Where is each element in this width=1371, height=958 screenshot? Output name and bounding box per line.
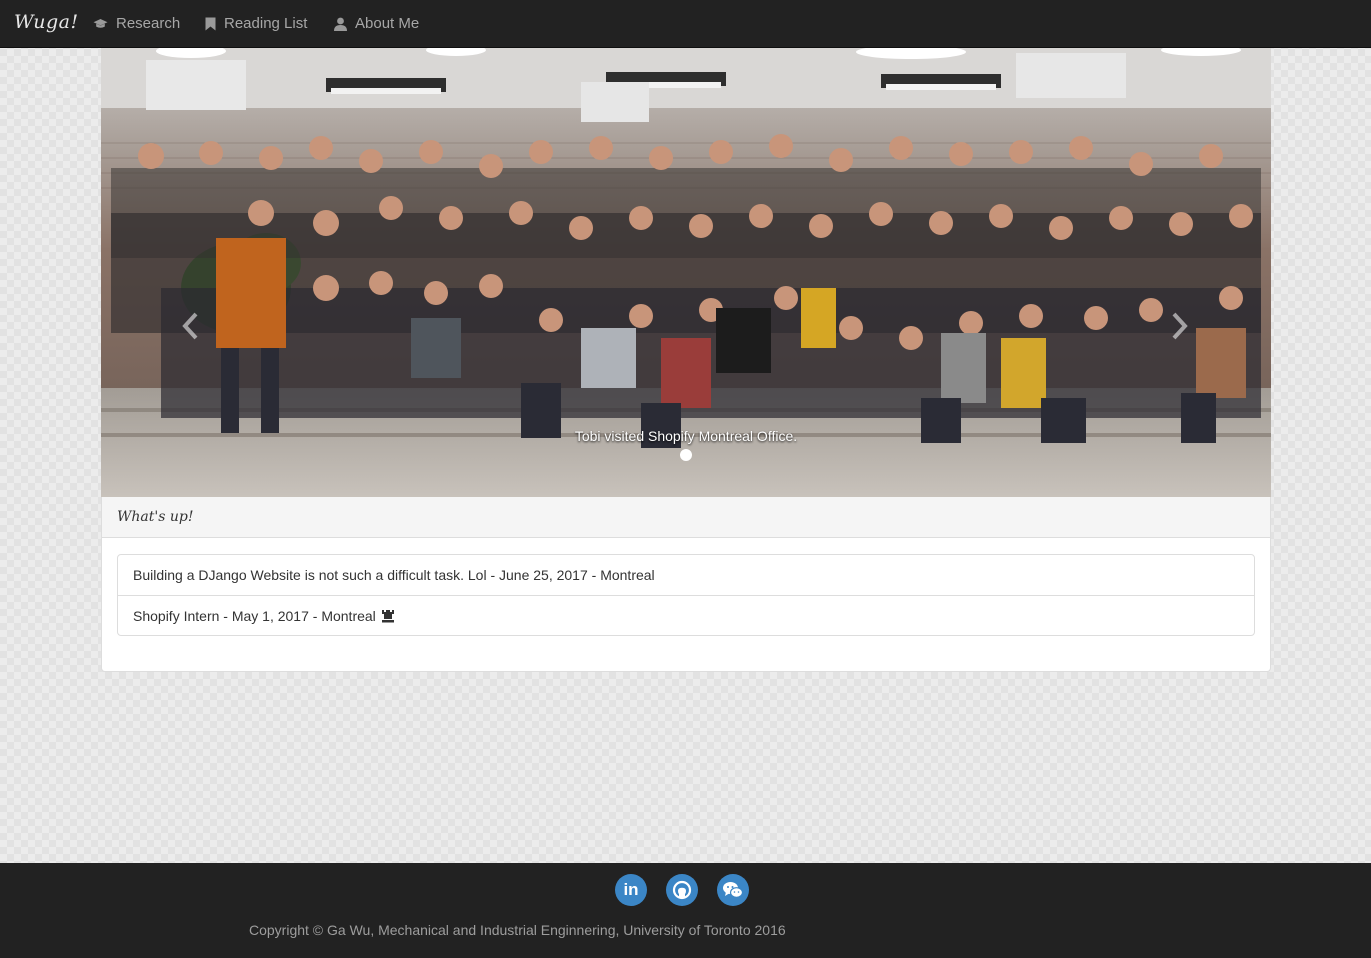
page-footer: in Copyright © Ga Wu, Mechanical and Ind…: [0, 863, 1371, 958]
chevron-right-icon: [1172, 312, 1188, 340]
carousel-indicator-1[interactable]: [680, 449, 692, 461]
nav-item-about-me-label: About Me: [355, 15, 420, 32]
nav-item-about-me[interactable]: About Me: [334, 0, 419, 47]
github-icon: [672, 880, 692, 900]
photo-carousel: Tobi visited Shopify Montreal Office.: [101, 48, 1271, 497]
graduation-cap-icon: [93, 18, 108, 28]
bookmark-icon: [205, 17, 216, 30]
news-item: Shopify Intern - May 1, 2017 - Montreal: [118, 595, 1254, 635]
wechat-link[interactable]: [717, 874, 749, 906]
nav-item-reading-list[interactable]: Reading List: [205, 0, 307, 47]
carousel-prev-button[interactable]: [176, 308, 204, 344]
news-item: Building a DJango Website is not such a …: [118, 555, 1254, 595]
news-list: Building a DJango Website is not such a …: [117, 554, 1255, 636]
github-link[interactable]: [666, 874, 698, 906]
carousel-next-button[interactable]: [1166, 308, 1194, 344]
nav-item-research-label: Research: [116, 15, 181, 32]
nav-item-reading-list-label: Reading List: [224, 15, 308, 32]
chevron-left-icon: [182, 312, 198, 340]
linkedin-link[interactable]: in: [615, 874, 647, 906]
linkedin-icon: in: [623, 880, 639, 899]
user-icon: [334, 17, 347, 31]
nav-item-research[interactable]: Research: [93, 0, 180, 47]
wechat-icon: [723, 882, 744, 898]
carousel-caption: Tobi visited Shopify Montreal Office.: [574, 428, 798, 444]
brand-logo[interactable]: Wuga!: [14, 11, 79, 33]
news-item-text: Shopify Intern - May 1, 2017 - Montreal: [133, 607, 376, 624]
whats-up-panel: What's up! Building a DJango Website is …: [101, 497, 1271, 672]
chess-rook-icon: [381, 609, 394, 622]
copyright-text: Copyright © Ga Wu, Mechanical and Indust…: [249, 922, 786, 938]
top-navbar: Wuga! Research Reading List About Me: [0, 0, 1371, 48]
carousel-indicators: [101, 449, 1271, 461]
whats-up-heading: What's up!: [102, 497, 1270, 538]
news-item-text: Building a DJango Website is not such a …: [133, 567, 655, 583]
